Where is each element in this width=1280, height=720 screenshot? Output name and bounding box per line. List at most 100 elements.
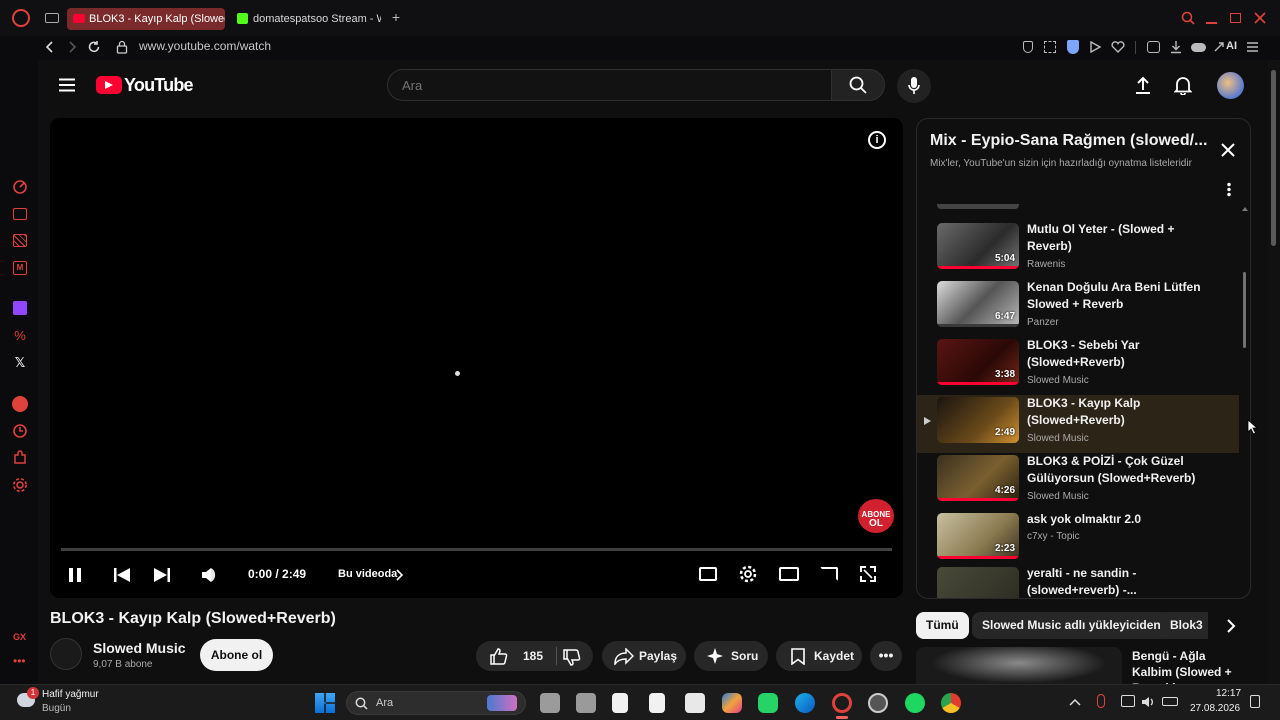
copilot-icon[interactable] <box>722 693 742 713</box>
ask-button[interactable]: Soru <box>694 641 768 671</box>
channel-avatar[interactable] <box>50 638 82 670</box>
toggle-icon[interactable] <box>1191 43 1206 52</box>
chapter-label[interactable]: Bu videoda <box>338 568 397 580</box>
easy-setup-icon[interactable] <box>1246 41 1259 53</box>
subscribe-button[interactable]: Abone ol <box>200 639 273 671</box>
play-icon[interactable] <box>1089 41 1101 53</box>
share-button[interactable]: Paylaş <box>602 641 686 671</box>
notification-center-icon[interactable] <box>1250 695 1260 708</box>
gx-label[interactable]: GX <box>13 632 26 642</box>
spotify-taskbar-icon[interactable] <box>905 693 925 713</box>
adblock-shield-icon[interactable] <box>1067 40 1079 54</box>
dislike-button[interactable] <box>557 641 593 671</box>
pause-icon[interactable] <box>68 568 82 582</box>
extensions-icon[interactable] <box>12 450 28 466</box>
list-item-current[interactable]: 2:49 BLOK3 - Kayıp Kalp (Slowed+Reverb) … <box>917 395 1239 453</box>
windows-start-icon[interactable] <box>315 693 335 713</box>
volume-icon[interactable] <box>201 566 219 584</box>
chrome-icon[interactable] <box>941 693 961 713</box>
clock-date[interactable]: 27.08.2026 <box>1190 703 1240 714</box>
menu-icon[interactable] <box>59 78 75 92</box>
forward-icon[interactable] <box>66 41 78 53</box>
search-input[interactable] <box>387 69 831 101</box>
app-icon[interactable] <box>868 693 888 713</box>
progress-bar[interactable] <box>61 548 892 551</box>
spotify-icon[interactable] <box>12 396 28 412</box>
gear-icon[interactable] <box>739 565 757 583</box>
avatar[interactable] <box>1217 72 1244 99</box>
playlist-scroll-up-icon[interactable] <box>1242 207 1248 211</box>
list-item[interactable]: yeralti - ne sandin - (slowed+reverb) -.… <box>917 565 1239 598</box>
theater-mode-icon[interactable] <box>779 567 799 581</box>
document-icon[interactable] <box>649 693 665 713</box>
scrollbar-thumb[interactable] <box>1271 70 1276 246</box>
chip-blok3[interactable]: Blok3 <box>1160 612 1208 639</box>
subscribe-watermark[interactable]: ABONE OL <box>858 499 894 533</box>
chevron-up-icon[interactable] <box>1069 698 1081 706</box>
playlist-scrollbar[interactable] <box>1243 272 1246 348</box>
snipping-tool-icon[interactable] <box>685 693 705 713</box>
percent-icon[interactable]: % <box>11 327 29 345</box>
microphone-icon[interactable] <box>1097 694 1105 708</box>
weather-title[interactable]: Hafif yağmur <box>42 689 99 700</box>
close-window-button[interactable] <box>1254 12 1266 24</box>
wallet-icon[interactable] <box>1147 41 1160 53</box>
save-button[interactable]: Kaydet <box>776 641 862 671</box>
cast-icon[interactable] <box>820 567 838 581</box>
gx-mods-icon[interactable]: M <box>13 261 27 275</box>
workspaces-icon[interactable] <box>45 13 59 23</box>
video-player[interactable]: i ABONE OL 0:00 / 2:49 Bu videoda <box>50 118 903 598</box>
list-item[interactable]: 4:26 BLOK3 & POİZİ - Çok Güzel Gülüyorsu… <box>917 453 1239 511</box>
aria-icon[interactable] <box>1213 41 1225 53</box>
tab-kick[interactable]: domatespatsoo Stream - W <box>231 8 381 30</box>
video-canvas[interactable] <box>50 118 903 598</box>
back-icon[interactable] <box>44 41 56 53</box>
list-item[interactable]: 6:47 Kenan Doğulu Ara Beni Lütfen Slowed… <box>917 279 1239 337</box>
chip-all[interactable]: Tümü <box>916 612 969 639</box>
info-icon[interactable]: i <box>868 131 886 149</box>
recommendation-title[interactable]: Bengü - Ağla Kalbim (Slowed + Reverb) <box>1132 648 1242 684</box>
page-scrollbar[interactable] <box>1268 60 1280 684</box>
clock-time[interactable]: 12:17 <box>1216 688 1241 699</box>
chips-chevron-right-icon[interactable] <box>1226 619 1236 633</box>
previous-icon[interactable] <box>114 568 130 582</box>
file-explorer-icon[interactable] <box>576 693 596 713</box>
hotkeys-icon[interactable] <box>13 234 27 247</box>
url-field[interactable]: www.youtube.com/watch <box>139 39 271 53</box>
channel-name[interactable]: Slowed Music <box>93 640 186 656</box>
player-icon[interactable] <box>13 208 27 220</box>
chip-uploader[interactable]: Slowed Music adlı yükleyiciden <box>972 612 1171 639</box>
opera-logo-icon[interactable] <box>12 9 30 27</box>
fullscreen-icon[interactable] <box>860 566 876 582</box>
history-icon[interactable] <box>12 423 28 439</box>
speaker-icon[interactable] <box>1141 695 1155 709</box>
snapshot-icon[interactable] <box>1044 41 1056 53</box>
download-icon[interactable] <box>1169 40 1183 54</box>
reload-icon[interactable] <box>87 40 101 54</box>
heart-icon[interactable] <box>1111 41 1125 53</box>
pin-icon[interactable] <box>1023 41 1033 53</box>
more-actions-button[interactable]: ••• <box>870 641 902 671</box>
maximize-button[interactable] <box>1230 13 1241 23</box>
upload-icon[interactable] <box>1134 76 1152 94</box>
lock-icon[interactable] <box>116 40 128 54</box>
tab-active[interactable]: BLOK3 - Kayıp Kalp (Slowed <box>67 8 225 30</box>
task-view-icon[interactable] <box>540 693 560 713</box>
battery-icon[interactable] <box>1162 697 1178 706</box>
whatsapp-icon[interactable] <box>758 693 778 713</box>
ai-label[interactable]: AI <box>1226 40 1237 52</box>
next-icon[interactable] <box>154 568 170 582</box>
notepad-icon[interactable] <box>612 693 628 713</box>
chevron-right-icon[interactable] <box>395 569 403 581</box>
notifications-icon[interactable] <box>1174 76 1192 95</box>
playlist-menu-icon[interactable] <box>1227 182 1231 197</box>
x-icon[interactable]: 𝕏 <box>11 354 29 372</box>
speed-dial-icon[interactable] <box>12 179 28 195</box>
twitch-icon[interactable] <box>13 301 27 315</box>
youtube-logo-text[interactable]: YouTube <box>124 75 194 96</box>
list-item[interactable]: 2:23 ask yok olmaktır 2.0 c7xy - Topic <box>917 511 1239 569</box>
list-item[interactable]: 3:38 BLOK3 - Sebebi Yar (Slowed+Reverb) … <box>917 337 1239 395</box>
settings-icon[interactable] <box>12 477 28 493</box>
minimize-button[interactable] <box>1206 22 1217 24</box>
list-item[interactable]: 5:04 Mutlu Ol Yeter - (Slowed + Reverb) … <box>917 221 1239 279</box>
